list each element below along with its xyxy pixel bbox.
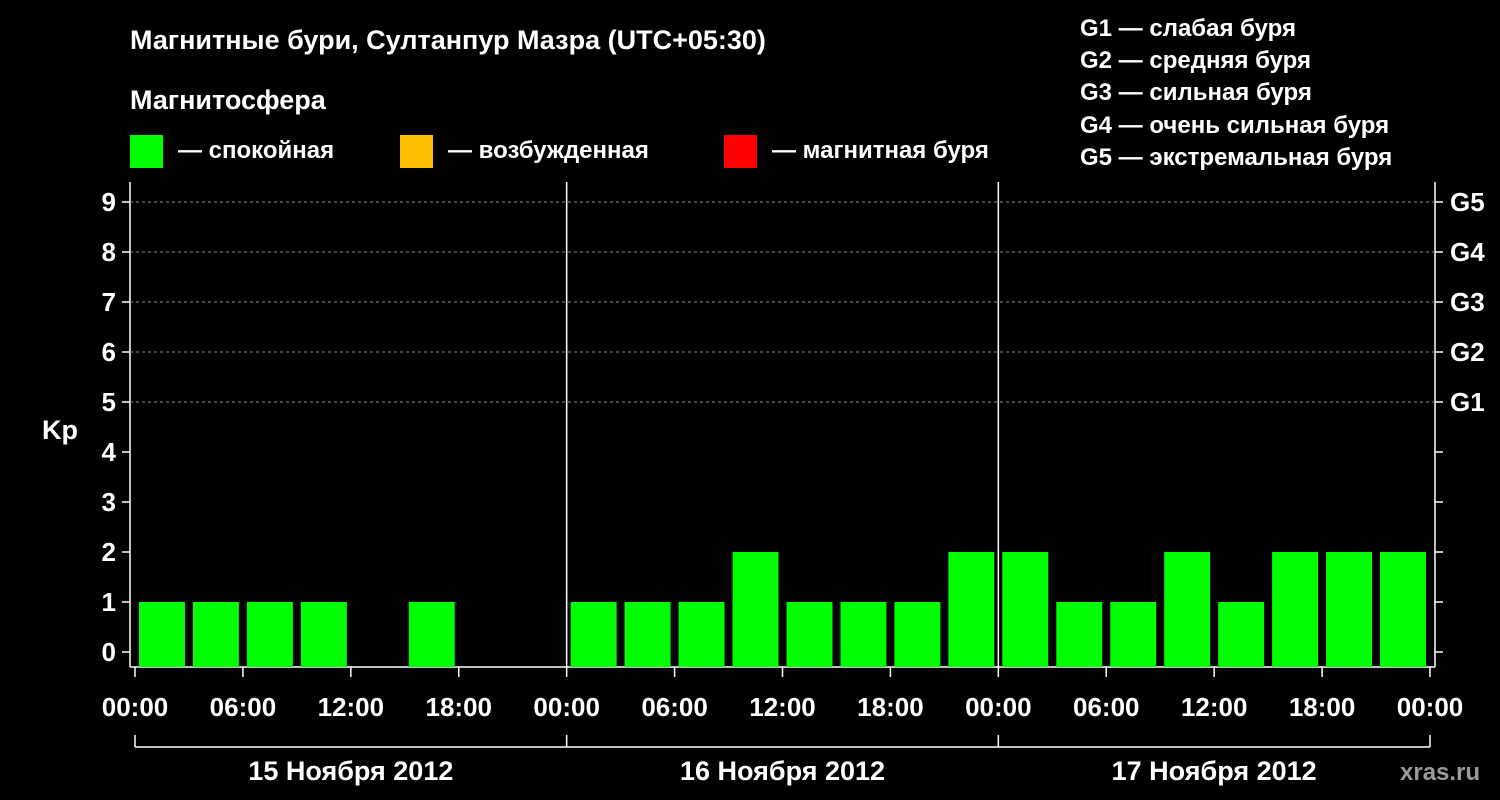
kp-bar (840, 602, 887, 667)
g-scale-label: G4 (1450, 237, 1485, 267)
kp-bar (678, 602, 725, 667)
g-scale-label: G5 (1450, 187, 1485, 217)
y-tick-label: 8 (102, 237, 116, 267)
kp-bar (1272, 552, 1319, 667)
g-scale-label: G1 (1450, 387, 1485, 417)
x-tick-label: 06:00 (210, 692, 277, 722)
x-tick-label: 00:00 (533, 692, 600, 722)
storm-scale-legend: G1 — слабая буря G2 — средняя буря G3 — … (1080, 15, 1392, 171)
legend-label-storm: — магнитная буря (772, 137, 989, 164)
kp-bar (1164, 552, 1211, 667)
kp-bar (1326, 552, 1373, 667)
kp-bar (246, 602, 293, 667)
kp-bar (1218, 602, 1265, 667)
x-tick-label: 12:00 (1181, 692, 1248, 722)
storm-level-g1: G1 — слабая буря (1080, 15, 1296, 42)
kp-bar (1110, 602, 1157, 667)
kp-bar (300, 602, 347, 667)
kp-bar (1002, 552, 1049, 667)
legend-swatch-storm (724, 135, 757, 168)
y-tick-label: 0 (102, 637, 116, 667)
x-tick-label: 18:00 (857, 692, 924, 722)
chart-title: Магнитные бури, Султанпур Мазра (UTC+05:… (130, 25, 766, 55)
day-label: 16 Ноября 2012 (680, 756, 885, 786)
storm-level-g3: G3 — сильная буря (1080, 79, 1312, 106)
x-tick-label: 12:00 (749, 692, 816, 722)
legend-swatch-active (400, 135, 433, 168)
kp-bar (1380, 552, 1426, 667)
storm-level-g4: G4 — очень сильная буря (1080, 112, 1389, 139)
g-scale-label: G3 (1450, 287, 1485, 317)
day-label: 15 Ноября 2012 (248, 756, 453, 786)
y-tick-label: 1 (102, 587, 116, 617)
kp-bar (570, 602, 617, 667)
kp-bar (894, 602, 941, 667)
kp-bar (732, 552, 779, 667)
y-tick-label: 5 (102, 387, 116, 417)
g-scale-label: G2 (1450, 337, 1485, 367)
plot-area: 0 1 2 3 4 5 6 7 8 9 G1 G2 G3 G4 G5 00:00 06:00 12:00 18:00… (102, 182, 1485, 786)
x-tick-label: 06:00 (1073, 692, 1140, 722)
y-tick-label: 2 (102, 537, 116, 567)
y-tick-label: 3 (102, 487, 116, 517)
x-tick-label: 00:00 (102, 692, 169, 722)
legend-heading: Магнитосфера (130, 85, 327, 115)
kp-bar (192, 602, 239, 667)
x-tick-label: 00:00 (965, 692, 1032, 722)
kp-bar (139, 602, 185, 667)
y-tick-label: 6 (102, 337, 116, 367)
x-tick-label: 12:00 (318, 692, 385, 722)
y-axis-label: Kp (42, 415, 78, 445)
legend-swatch-quiet (130, 135, 163, 168)
kp-bar (624, 602, 671, 667)
x-tick-label: 18:00 (1289, 692, 1356, 722)
source-credit: xras.ru (1400, 759, 1480, 786)
x-tick-label: 00:00 (1397, 692, 1464, 722)
y-tick-label: 9 (102, 187, 116, 217)
kp-bar (1056, 602, 1103, 667)
legend: — спокойная — возбужденная — магнитная б… (130, 135, 989, 168)
kp-bar (786, 602, 833, 667)
kp-chart: Магнитные бури, Султанпур Мазра (UTC+05:… (42, 15, 1485, 786)
x-tick-label: 06:00 (641, 692, 708, 722)
x-tick-label: 18:00 (426, 692, 493, 722)
legend-label-active: — возбужденная (448, 137, 649, 164)
y-tick-label: 4 (102, 437, 117, 467)
kp-bar (408, 602, 455, 667)
y-tick-label: 7 (102, 287, 116, 317)
day-label: 17 Ноября 2012 (1112, 756, 1317, 786)
storm-level-g5: G5 — экстремальная буря (1080, 144, 1392, 171)
kp-bar (948, 552, 995, 667)
legend-label-quiet: — спокойная (178, 137, 334, 164)
storm-level-g2: G2 — средняя буря (1080, 47, 1311, 74)
